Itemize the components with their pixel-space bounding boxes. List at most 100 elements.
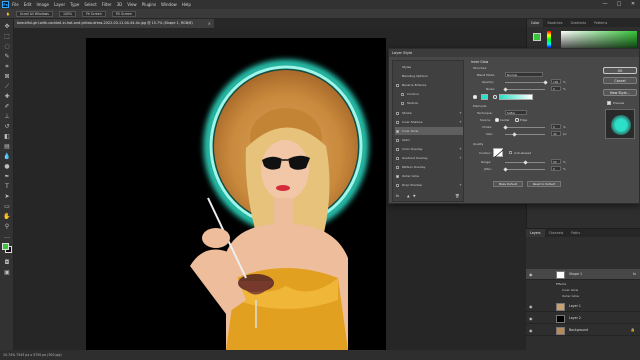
fx-menu-icon[interactable]: fx	[396, 194, 399, 198]
menu-image[interactable]: Image	[36, 0, 49, 9]
checkbox[interactable]	[396, 120, 399, 124]
brush-tool-icon[interactable]: ✐	[3, 103, 11, 111]
document-canvas[interactable]	[86, 38, 386, 350]
type-tool-icon[interactable]: T	[3, 183, 11, 191]
checkbox[interactable]	[396, 183, 399, 187]
source-edge-radio[interactable]	[515, 118, 519, 122]
history-brush-tool-icon[interactable]: ↺	[3, 123, 11, 131]
tab-channels[interactable]: Channels	[545, 229, 568, 237]
preview-checkbox[interactable]	[607, 101, 611, 105]
eye-icon[interactable]: ◉	[529, 272, 533, 277]
checkbox[interactable]	[401, 101, 404, 105]
size-slider-knob[interactable]	[512, 132, 517, 137]
eraser-tool-icon[interactable]: ◧	[3, 133, 11, 141]
style-item-stroke[interactable]: Stroke +	[395, 109, 463, 117]
tab-swatches[interactable]: Swatches	[543, 19, 566, 27]
zoom-tool-icon[interactable]: ⚲	[3, 223, 11, 231]
range-slider-knob[interactable]	[523, 160, 528, 165]
choke-slider-knob[interactable]	[503, 125, 508, 130]
photoshop-logo[interactable]: Ps	[2, 1, 9, 8]
layer-row-shape-1[interactable]: ◉ Shape 1 fx	[526, 269, 640, 280]
document-tab[interactable]: beautiful-girl-with-cocktail-in-hat-and-…	[14, 19, 214, 28]
style-item-bevel-emboss[interactable]: Bevel & Emboss	[395, 81, 463, 89]
make-default-button[interactable]: Make Default	[493, 181, 523, 187]
checkbox[interactable]	[396, 147, 399, 151]
add-effect-icon[interactable]: +	[459, 145, 462, 153]
scroll-all-windows-checkbox[interactable]: Scroll All Windows	[15, 10, 53, 17]
add-effect-icon[interactable]: +	[459, 109, 462, 117]
effect-inner-glow[interactable]: Inner Glow	[562, 288, 578, 292]
technique-select[interactable]: Softer	[505, 110, 527, 115]
style-item-inner-shadow[interactable]: Inner Shadow +	[395, 118, 463, 126]
menu-type[interactable]: Type	[70, 0, 79, 9]
tab-layers[interactable]: Layers	[526, 229, 545, 237]
noise-slider[interactable]	[505, 88, 545, 91]
clone-stamp-tool-icon[interactable]: ⊥	[3, 113, 11, 121]
choke-input[interactable]: 0	[551, 124, 561, 129]
checkbox[interactable]	[396, 83, 399, 87]
anti-aliased-checkbox[interactable]	[509, 151, 512, 154]
style-item-inner-glow[interactable]: Inner Glow	[395, 127, 463, 135]
checkbox[interactable]	[396, 138, 399, 142]
fit-screen-button[interactable]: Fit Screen	[82, 10, 106, 17]
style-item-contour[interactable]: Contour	[395, 90, 463, 98]
layer-row-layer-2[interactable]: ◉ Layer 2	[526, 313, 640, 324]
jitter-slider[interactable]	[505, 168, 545, 171]
blur-tool-icon[interactable]: 💧	[3, 153, 11, 161]
color-radio[interactable]	[473, 95, 477, 99]
opacity-input[interactable]: 100	[551, 79, 561, 84]
pen-tool-icon[interactable]: ✒	[3, 173, 11, 181]
trash-icon[interactable]: 🗑	[455, 194, 460, 198]
lasso-tool-icon[interactable]: ◌	[3, 43, 11, 51]
menu-select[interactable]: Select	[84, 0, 96, 9]
eye-icon[interactable]: ◉	[529, 316, 533, 321]
menu-edit[interactable]: Edit	[24, 0, 32, 9]
jitter-slider-knob[interactable]	[503, 167, 508, 172]
checkbox[interactable]	[396, 174, 399, 178]
add-effect-icon[interactable]: +	[459, 154, 462, 162]
noise-slider-knob[interactable]	[503, 87, 508, 92]
menu-window[interactable]: Window	[161, 0, 177, 9]
effect-outer-glow[interactable]: Outer Glow	[562, 294, 579, 298]
style-item-texture[interactable]: Texture	[395, 99, 463, 107]
add-effect-icon[interactable]: +	[459, 181, 462, 189]
gradient-tool-icon[interactable]: ▤	[3, 143, 11, 151]
checkbox[interactable]	[396, 165, 399, 169]
cancel-button[interactable]: Cancel	[603, 77, 637, 84]
color-fg-swatch[interactable]	[533, 33, 541, 41]
move-tool-icon[interactable]: ✥	[3, 23, 11, 31]
layer-row-background[interactable]: ◉ Background 🔒	[526, 325, 640, 336]
range-input[interactable]: 50	[551, 159, 561, 164]
choke-slider[interactable]	[505, 126, 545, 129]
marquee-tool-icon[interactable]: ⬚	[3, 33, 11, 41]
minimize-button[interactable]: —	[598, 0, 612, 9]
style-item-styles[interactable]: Styles	[395, 63, 463, 71]
checkbox[interactable]	[396, 156, 399, 160]
size-slider[interactable]	[505, 133, 545, 136]
style-item-pattern-overlay[interactable]: Pattern Overlay	[395, 163, 463, 171]
hand-tool-icon[interactable]: ✋	[3, 213, 11, 221]
menu-file[interactable]: File	[12, 0, 19, 9]
menu-view[interactable]: View	[127, 0, 137, 9]
style-item-satin[interactable]: Satin	[395, 136, 463, 144]
style-item-outer-glow[interactable]: Outer Glow	[395, 172, 463, 180]
noise-input[interactable]: 0	[551, 86, 561, 91]
reset-default-button[interactable]: Reset to Default	[527, 181, 561, 187]
ok-button[interactable]: OK	[603, 67, 637, 74]
more-tools-icon[interactable]: …	[3, 233, 11, 241]
frame-tool-icon[interactable]: ⊠	[3, 73, 11, 81]
new-style-button[interactable]: New Style...	[603, 89, 637, 96]
menu-help[interactable]: Help	[182, 0, 191, 9]
crop-tool-icon[interactable]: ⌗	[3, 63, 11, 71]
zoom-100-button[interactable]: 100%	[58, 10, 77, 17]
menu-layer[interactable]: Layer	[54, 0, 65, 9]
tab-paths[interactable]: Paths	[567, 229, 584, 237]
tab-patterns[interactable]: Patterns	[590, 19, 611, 27]
shape-tool-icon[interactable]: ▭	[3, 203, 11, 211]
close-window-button[interactable]: ✕	[626, 0, 640, 9]
checkbox[interactable]	[396, 111, 399, 115]
blend-mode-select[interactable]: Normal	[505, 72, 543, 77]
style-item-color-overlay[interactable]: Color Overlay +	[395, 145, 463, 153]
dodge-tool-icon[interactable]: ●	[3, 163, 11, 171]
foreground-color-swatch[interactable]	[2, 243, 9, 250]
